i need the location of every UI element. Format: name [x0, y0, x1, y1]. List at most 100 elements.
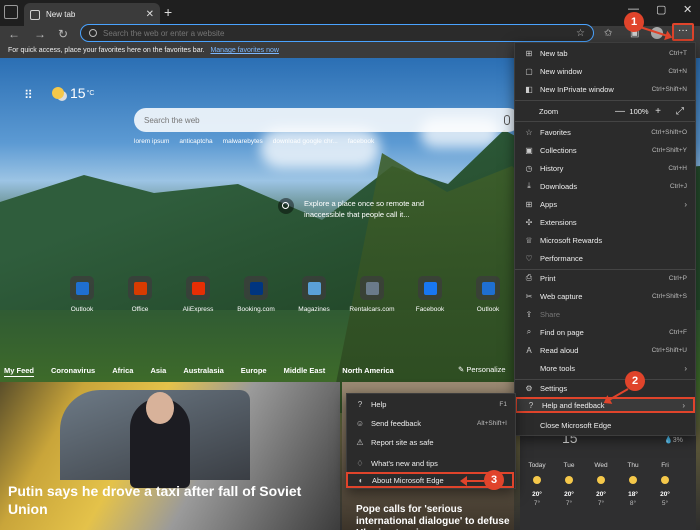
history-icon: ◷: [525, 163, 533, 173]
partly-sunny-icon: [629, 476, 637, 484]
suggestion-item[interactable]: malwarebytes: [223, 138, 263, 145]
step-arrow-3: [462, 480, 484, 482]
menu-item-microsoft-rewards[interactable]: ♕ Microsoft Rewards: [515, 232, 695, 248]
forecast-day: Tue 20° 7°: [563, 462, 575, 507]
menu-item-print[interactable]: ⎙ Print Ctrl+P: [515, 270, 695, 286]
tab-africa[interactable]: Africa: [112, 366, 133, 375]
settings-and-more-menu: ⊞ New tab Ctrl+T ▢ New window Ctrl+N ◧ New In…: [514, 42, 696, 436]
refresh-icon[interactable]: ↻: [58, 27, 68, 41]
menu-item-apps[interactable]: ⊞ Apps ›: [515, 196, 695, 212]
menu-item-more-tools[interactable]: More tools ›: [515, 360, 695, 376]
explore-place[interactable]: Explore a place once so remote and inacc…: [278, 198, 454, 220]
settings-and-more-button[interactable]: ···: [672, 23, 694, 41]
weather-unit: °C: [86, 89, 95, 97]
menu-item-new-window[interactable]: ▢ New window Ctrl+N: [515, 63, 695, 79]
app-launcher-icon[interactable]: ⠿: [24, 88, 34, 102]
gear-icon: ⚙: [525, 383, 533, 393]
collections-icon: ▣: [525, 145, 533, 155]
booking-icon: [249, 281, 263, 295]
zoom-control: Zoom — 100% + ⤢: [515, 103, 695, 119]
submenu-item-send-feedback[interactable]: ☺ Send feedback Alt+Shift+I: [347, 415, 515, 431]
step-badge-2: 2: [625, 371, 645, 391]
submenu-item-help[interactable]: ? Help F1: [347, 396, 515, 412]
menu-item-read-aloud[interactable]: A Read aloud Ctrl+Shift+U: [515, 342, 695, 358]
suggestion-item[interactable]: lorem ipsum: [134, 138, 169, 145]
quick-link[interactable]: Facebook: [414, 276, 446, 313]
rewards-icon: ♕: [525, 235, 533, 245]
quick-link[interactable]: Booking.com: [237, 276, 275, 313]
menu-item-history[interactable]: ◷ History Ctrl+H: [515, 160, 695, 176]
quick-link[interactable]: Outlook: [66, 276, 98, 313]
zoom-label: Zoom: [539, 106, 559, 116]
menu-item-collections[interactable]: ▣ Collections Ctrl+Shift+Y: [515, 142, 695, 158]
whats-new-icon: ♢: [356, 458, 364, 468]
zoom-out-button[interactable]: —: [613, 106, 627, 117]
quick-link[interactable]: Office: [124, 276, 156, 313]
personalize-button[interactable]: ✎ Personalize: [458, 365, 506, 374]
tab-coronavirus[interactable]: Coronavirus: [51, 366, 95, 375]
close-window-icon[interactable]: ✕: [683, 3, 692, 16]
menu-item-new-tab[interactable]: ⊞ New tab Ctrl+T: [515, 45, 695, 61]
extensions-icon: ✣: [525, 217, 533, 227]
suggestion-item[interactable]: download google chr...: [273, 138, 338, 145]
personalize-label: Personalize: [466, 365, 506, 374]
menu-item-new-inprivate-window[interactable]: ◧ New InPrivate window Ctrl+Shift+N: [515, 81, 695, 97]
close-tab-icon[interactable]: ✕: [146, 9, 154, 20]
edge-logo-icon: ◐: [358, 475, 364, 485]
quick-link[interactable]: Rentalcars.com: [349, 276, 395, 313]
tab-asia[interactable]: Asia: [150, 366, 166, 375]
submenu-item-whats-new[interactable]: ♢ What's new and tips: [347, 455, 515, 471]
microphone-icon[interactable]: [504, 115, 510, 125]
chevron-right-icon: ›: [684, 199, 687, 209]
fullscreen-icon[interactable]: ⤢: [673, 106, 687, 117]
menu-item-favorites[interactable]: ☆ Favorites Ctrl+Shift+O: [515, 124, 695, 140]
menu-item-settings[interactable]: ⚙ Settings: [515, 380, 695, 396]
outlook-icon: [481, 281, 495, 295]
menu-item-downloads[interactable]: ⤓ Downloads Ctrl+J: [515, 178, 695, 194]
tab-australasia[interactable]: Australasia: [183, 366, 223, 375]
forecast-day: Today 20° 7°: [528, 462, 546, 507]
tab-europe[interactable]: Europe: [241, 366, 267, 375]
tab-new-tab[interactable]: New tab ✕: [24, 3, 160, 26]
news-card-main[interactable]: Putin says he drove a taxi after fall of…: [0, 382, 340, 530]
weather-widget[interactable]: 15 °C: [52, 85, 94, 101]
address-bar[interactable]: ☆: [80, 24, 594, 42]
forward-arrow-icon[interactable]: →: [34, 27, 46, 41]
manage-favorites-link[interactable]: Manage favorites now: [210, 47, 278, 54]
web-search-box[interactable]: [134, 108, 520, 132]
quick-link[interactable]: Magazines: [298, 276, 330, 313]
inprivate-icon: ◧: [525, 84, 533, 94]
back-arrow-icon[interactable]: ←: [8, 27, 20, 41]
find-icon: ⌕: [526, 327, 532, 336]
add-favorite-icon[interactable]: ☆: [576, 28, 585, 39]
maximize-icon[interactable]: ▢: [656, 3, 666, 16]
tab-middle-east[interactable]: Middle East: [284, 366, 326, 375]
tab-my-feed[interactable]: My Feed: [4, 366, 34, 375]
tab-actions-icon[interactable]: [4, 5, 18, 19]
zoom-in-button[interactable]: +: [651, 106, 665, 117]
quick-link[interactable]: Outlook: [472, 276, 504, 313]
tab-north-america[interactable]: North America: [342, 366, 393, 375]
help-icon: ?: [357, 399, 363, 409]
aliexpress-icon: [191, 281, 205, 295]
menu-item-web-capture[interactable]: ✂ Web capture Ctrl+Shift+S: [515, 288, 695, 304]
quick-link[interactable]: AliExpress: [182, 276, 214, 313]
new-tab-button[interactable]: +: [164, 4, 172, 20]
menu-item-performance[interactable]: ♡ Performance: [515, 250, 695, 266]
zoom-value: 100%: [629, 106, 649, 116]
magazines-icon: [307, 281, 321, 295]
menu-item-close-microsoft-edge[interactable]: Close Microsoft Edge: [515, 417, 695, 433]
submenu-item-report-site-safe[interactable]: ⚠ Report site as safe: [347, 434, 515, 450]
step-badge-1: 1: [624, 12, 644, 32]
favorites-icon[interactable]: ✩: [604, 28, 612, 39]
print-icon: ⎙: [525, 273, 533, 282]
menu-item-find-on-page[interactable]: ⌕ Find on page Ctrl+F: [515, 324, 695, 340]
weather-card-rain: 💧3%: [664, 437, 683, 444]
feed-tabs: My Feed Coronavirus Africa Asia Australa…: [0, 361, 515, 379]
web-search-input[interactable]: [144, 115, 504, 125]
suggestion-item[interactable]: anticaptcha: [179, 138, 212, 145]
suggestion-item[interactable]: facebook: [348, 138, 374, 145]
address-input[interactable]: [103, 28, 577, 38]
title-bar: New tab ✕ + — ▢ ✕: [0, 0, 700, 26]
menu-item-extensions[interactable]: ✣ Extensions: [515, 214, 695, 230]
